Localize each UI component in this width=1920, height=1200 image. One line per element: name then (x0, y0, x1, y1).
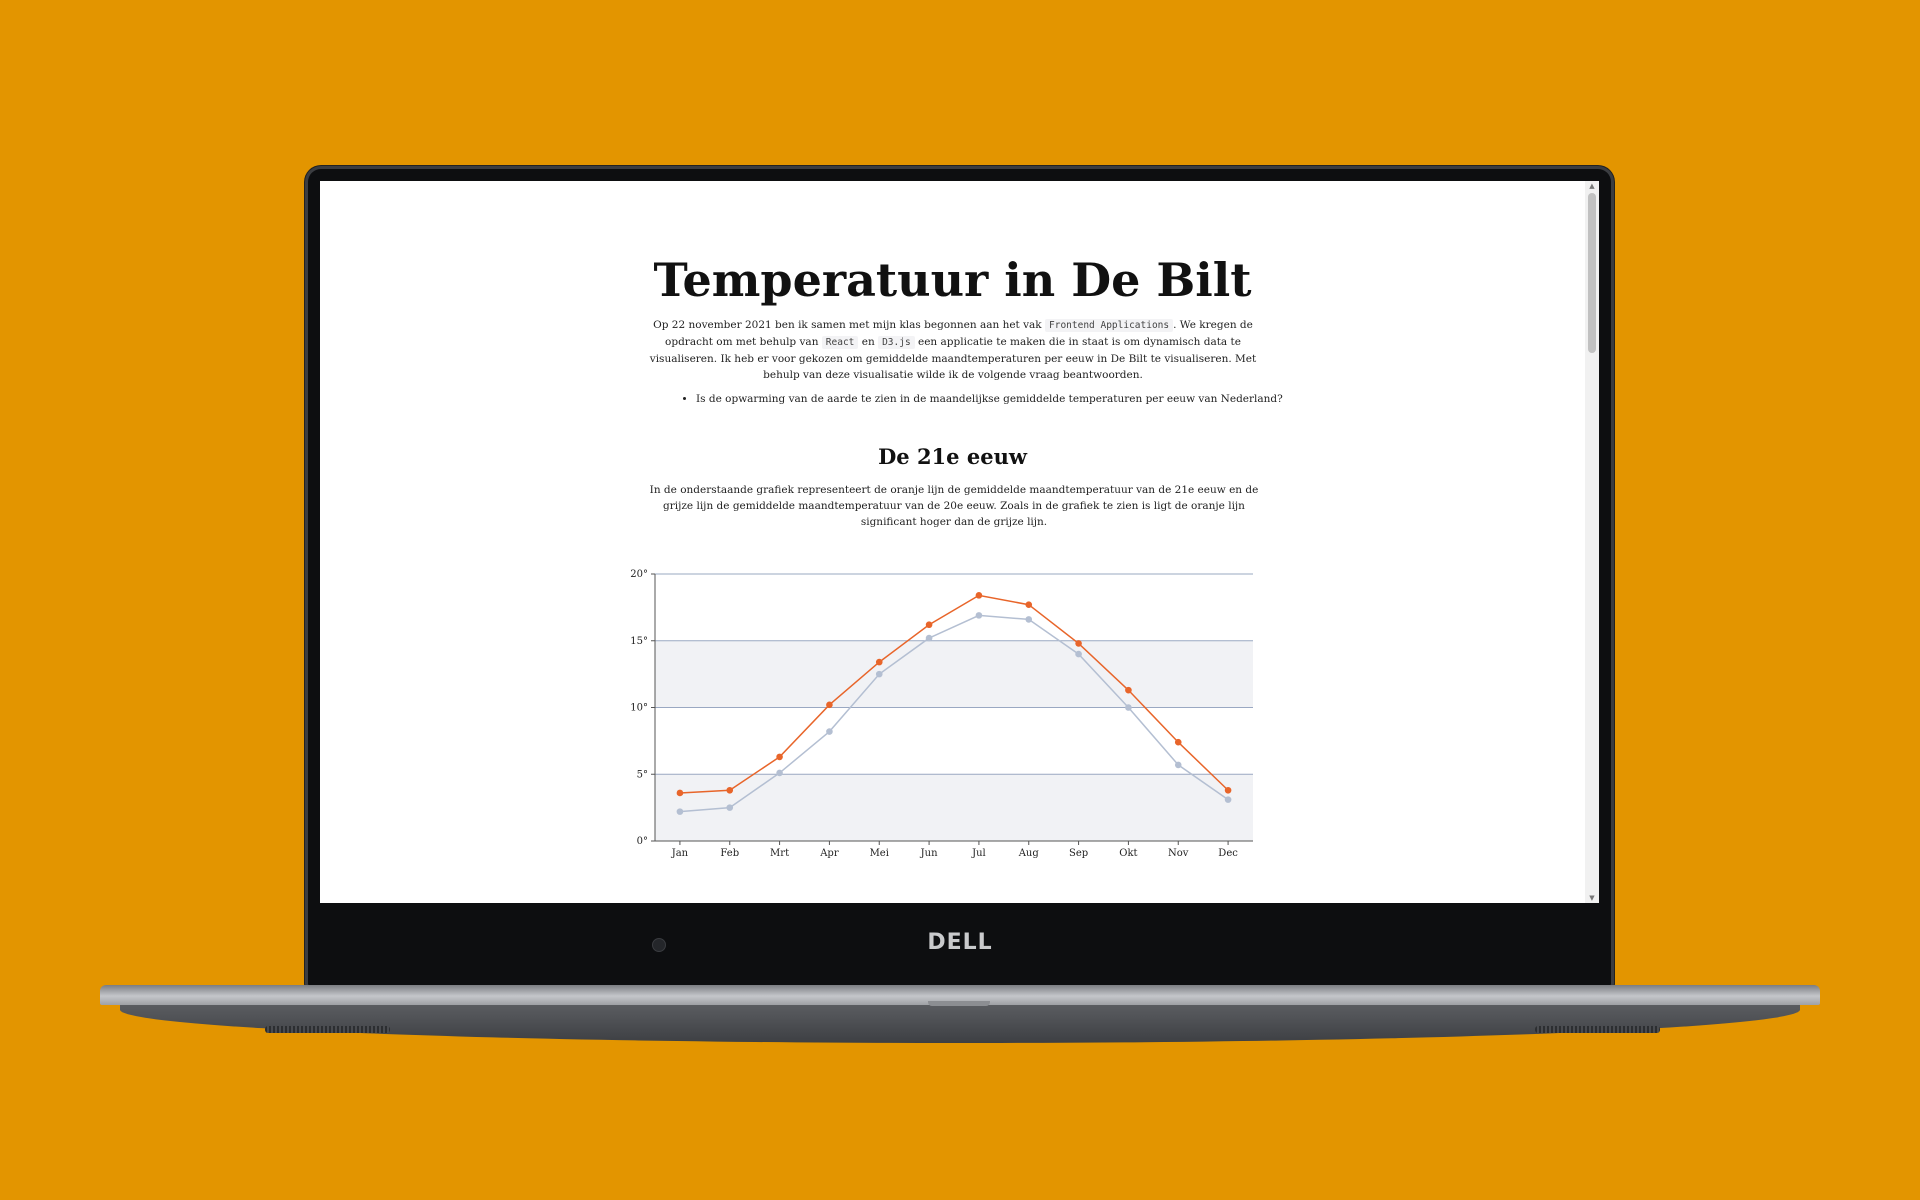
data-point-20e (726, 804, 734, 811)
laptop-opening-notch (928, 1001, 990, 1006)
data-point-21e (1224, 786, 1232, 794)
data-point-20e (925, 634, 933, 642)
scroll-up-arrow-icon[interactable]: ▲ (1585, 181, 1599, 191)
y-tick-label: 5° (637, 769, 648, 780)
x-tick-label: Apr (819, 848, 839, 859)
data-point-21e (776, 753, 783, 761)
data-point-20e (1025, 616, 1033, 623)
vertical-scrollbar[interactable]: ▲ ▼ (1585, 181, 1599, 903)
data-point-21e (925, 621, 933, 629)
x-tick-label: Okt (1119, 848, 1137, 859)
data-point-20e (776, 769, 783, 777)
data-point-21e (1025, 601, 1033, 609)
laptop-base-underside (120, 1003, 1800, 1043)
data-point-21e (1174, 738, 1182, 746)
data-point-21e (826, 701, 833, 709)
browser-viewport: Temperatuur in De Bilt Op 22 november 20… (320, 181, 1599, 903)
x-tick-label: Aug (1018, 848, 1040, 859)
x-tick-label: Mrt (770, 848, 789, 859)
y-tick-label: 10° (630, 703, 648, 714)
y-tick-label: 0° (637, 836, 648, 847)
data-point-20e (1125, 704, 1132, 711)
y-tick-label: 20° (630, 569, 648, 580)
data-point-20e (826, 728, 833, 735)
x-tick-label: Feb (720, 848, 739, 859)
data-point-21e (875, 658, 883, 666)
data-point-20e (1224, 796, 1232, 803)
x-tick-label: Mei (870, 848, 889, 859)
data-point-20e (1075, 650, 1082, 658)
x-tick-label: Nov (1168, 848, 1189, 859)
data-point-21e (1075, 640, 1082, 647)
data-point-21e (676, 789, 684, 797)
page-content: Temperatuur in De Bilt Op 22 november 20… (320, 181, 1585, 903)
y-tick-label: 15° (630, 636, 648, 647)
x-tick-label: Dec (1218, 848, 1238, 859)
chart-band (655, 774, 1253, 841)
x-tick-label: Jun (920, 848, 938, 859)
speaker-grille-right (1535, 1026, 1660, 1033)
data-point-20e (875, 670, 883, 678)
scrollbar-thumb[interactable] (1588, 193, 1596, 353)
x-tick-label: Jan (671, 848, 689, 859)
scroll-down-arrow-icon[interactable]: ▼ (1585, 893, 1599, 903)
temperature-line-chart: 0° 5° 10° 15° 20° Jan Feb Mrt Apr Mei Jun Jul Aug Sep… (630, 569, 1253, 859)
dell-logo: DELL (927, 930, 993, 955)
speaker-grille-left (265, 1026, 390, 1033)
data-point-21e (726, 786, 734, 794)
x-tick-label: Jul (971, 848, 986, 859)
data-point-20e (676, 808, 684, 815)
data-point-21e (1125, 686, 1132, 694)
data-point-20e (975, 612, 983, 619)
x-tick-label: Sep (1069, 848, 1088, 859)
data-point-20e (1174, 761, 1182, 769)
chart-band (655, 640, 1253, 708)
data-point-21e (975, 592, 983, 599)
